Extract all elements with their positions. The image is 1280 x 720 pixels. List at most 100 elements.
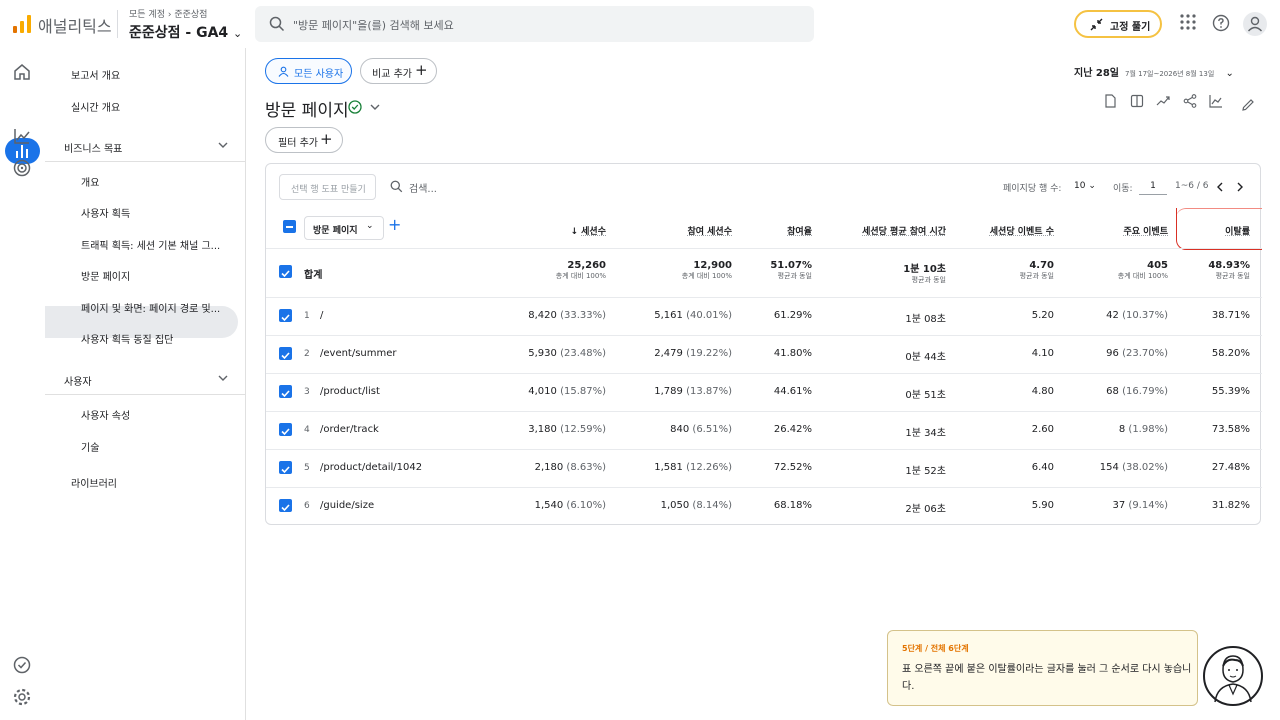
chevron-right-icon[interactable] [1236,182,1244,192]
row-checkbox[interactable] [279,347,292,360]
sidebar-item-landing-page[interactable]: 방문 페이지 [81,268,130,283]
rows-per-page-select[interactable]: 10 ⌄ [1074,181,1096,191]
header-sessions[interactable]: ↓ 세션수 [556,224,606,237]
add-comparison-button[interactable]: 비교 추가 + [360,58,437,84]
total-engaged-sessions: 12,900 총계 대비 100% [681,260,732,280]
search-input[interactable]: "방문 페이지"을(를) 검색해 보세요 [255,6,814,42]
row-checkbox[interactable] [279,385,292,398]
cell-avg-engagement-time: 2분 06초 [905,504,946,515]
header-engaged-sessions[interactable]: 참여 세션수 [632,224,732,237]
data-table-card: 선택 행 도표 만들기 검색... 페이지당 행 수: 10 ⌄ 이동: 1 1… [265,163,1262,525]
add-filter-button[interactable]: 필터 추가 + [265,127,343,153]
top-bar: 애널리틱스 모든 계정 › 준준상점 준준상점 - GA4 ⌄ "방문 페이지"… [0,0,1280,48]
header-events-per-session[interactable]: 세션당 이벤트 수 [964,224,1054,237]
cell-avg-engagement-time: 0분 51초 [905,390,946,401]
header-avg-engagement-time[interactable]: 세션당 평균 참여 시간 [826,224,946,237]
cell-avg-engagement-time: 1분 08초 [905,314,946,325]
dimension-selector[interactable]: 방문 페이지 ⌄ [304,216,384,240]
unpin-button[interactable]: 고정 풀기 [1074,10,1162,38]
search-icon [390,180,403,193]
cell-key-events: 42 (10.37%) [1106,310,1168,321]
row-checkbox[interactable] [279,309,292,322]
chevron-left-icon[interactable] [1216,182,1224,192]
cell-engagement-rate: 41.80% [773,348,812,359]
row-checkbox[interactable] [279,461,292,474]
header-engagement-rate[interactable]: 참여율 [732,224,812,237]
plot-rows-button[interactable]: 선택 행 도표 만들기 [279,174,376,200]
compare-columns-icon[interactable] [1130,94,1144,108]
account-avatar-icon[interactable] [1243,12,1267,36]
home-icon[interactable] [12,62,32,82]
page-title: 방문 페이지 [265,101,349,121]
share-icon[interactable] [1183,94,1197,108]
divider [266,248,1262,249]
check-circle-icon[interactable] [12,655,32,675]
goto-page-input[interactable]: 1 [1139,181,1167,195]
verified-check-icon [348,100,362,114]
sidebar-item-cohort[interactable]: 사용자 획득 동질 집단 [81,331,173,346]
row-checkbox[interactable] [279,423,292,436]
property-selector[interactable]: 준준상점 - GA4 ⌄ [129,22,242,42]
cell-engagement-rate: 61.29% [773,310,812,321]
help-icon[interactable] [1212,14,1230,32]
cell-engagement-rate: 72.52% [773,462,812,473]
character-illustration-icon [1214,655,1252,703]
sidebar-item-tech[interactable]: 기술 [81,439,99,454]
header-key-events[interactable]: 주요 이벤트 [1078,224,1168,237]
all-users-chip[interactable]: 모든 사용자 [265,58,352,84]
divider [45,394,245,395]
sidebar-item-pages-screens[interactable]: 페이지 및 화면: 페이지 경로 및... [81,300,220,315]
cell-events-per-session: 5.20 [1031,310,1054,321]
chevron-down-icon[interactable] [218,374,228,382]
sidebar-item-realtime[interactable]: 실시간 개요 [71,99,120,114]
cell-bounce-rate: 73.58% [1211,424,1250,435]
sidebar-item-traffic-acquisition[interactable]: 트래픽 획득: 세션 기본 채널 그... [81,237,220,252]
collapse-arrows-icon [1090,18,1103,31]
cell-sessions: 8,420 (33.33%) [528,310,606,321]
cell-events-per-session: 2.60 [1031,424,1054,435]
chevron-down-icon[interactable] [370,103,380,111]
chevron-down-icon[interactable] [218,141,228,149]
page-range: 1~6 / 6 [1175,181,1209,191]
cell-bounce-rate: 27.48% [1211,462,1250,473]
table-search-input[interactable]: 검색... [409,180,437,195]
apps-grid-icon[interactable] [1180,14,1196,30]
sidebar-section-user[interactable]: 사용자 [64,373,92,388]
cell-engaged-sessions: 1,581 (12.26%) [654,462,732,473]
cell-engaged-sessions: 840 (6.51%) [670,424,732,435]
insights-trend-icon[interactable] [1156,94,1170,108]
app-name: 애널리틱스 [38,17,112,36]
divider [266,487,1262,488]
chart-icon[interactable] [1209,94,1223,108]
add-dimension-plus-icon[interactable]: + [388,215,401,234]
select-all-checkbox[interactable] [283,220,296,233]
totals-checkbox[interactable] [279,265,292,278]
explore-icon[interactable] [12,126,32,146]
plus-icon: + [320,130,333,148]
advertising-target-icon[interactable] [12,158,32,178]
sidebar-item-user-attributes[interactable]: 사용자 속성 [81,407,130,422]
sidebar-item-overview[interactable]: 개요 [81,174,99,189]
guide-character-avatar [1203,646,1263,706]
row-checkbox[interactable] [279,499,292,512]
row-rank: 5 [304,463,310,473]
document-icon[interactable] [1103,94,1117,108]
sidebar-item-reports-overview[interactable]: 보고서 개요 [71,67,120,82]
sidebar-item-user-acquisition[interactable]: 사용자 획득 [81,205,130,220]
cell-sessions: 3,180 (12.59%) [528,424,606,435]
cell-bounce-rate: 55.39% [1211,386,1250,397]
cell-sessions: 4,010 (15.87%) [528,386,606,397]
sidebar-item-library[interactable]: 라이브러리 [71,475,117,490]
row-rank: 3 [304,387,310,397]
cell-sessions: 5,930 (23.48%) [528,348,606,359]
account-breadcrumb[interactable]: 모든 계정 › 준준상점 [129,7,207,20]
date-range-selector[interactable]: 지난 28일 7월 17일~2026년 8월 13일 ⌄ [1074,64,1234,79]
header-bounce-rate[interactable]: 이탈률 [1188,224,1250,237]
cell-events-per-session: 4.10 [1031,348,1054,359]
divider [266,335,1262,336]
row-landing-page: /product/list [320,386,380,397]
edit-pencil-icon[interactable] [1241,98,1255,112]
settings-gear-icon[interactable] [12,687,32,707]
sidebar-section-business-goals[interactable]: 비즈니스 목표 [64,140,122,155]
cell-key-events: 68 (16.79%) [1106,386,1168,397]
